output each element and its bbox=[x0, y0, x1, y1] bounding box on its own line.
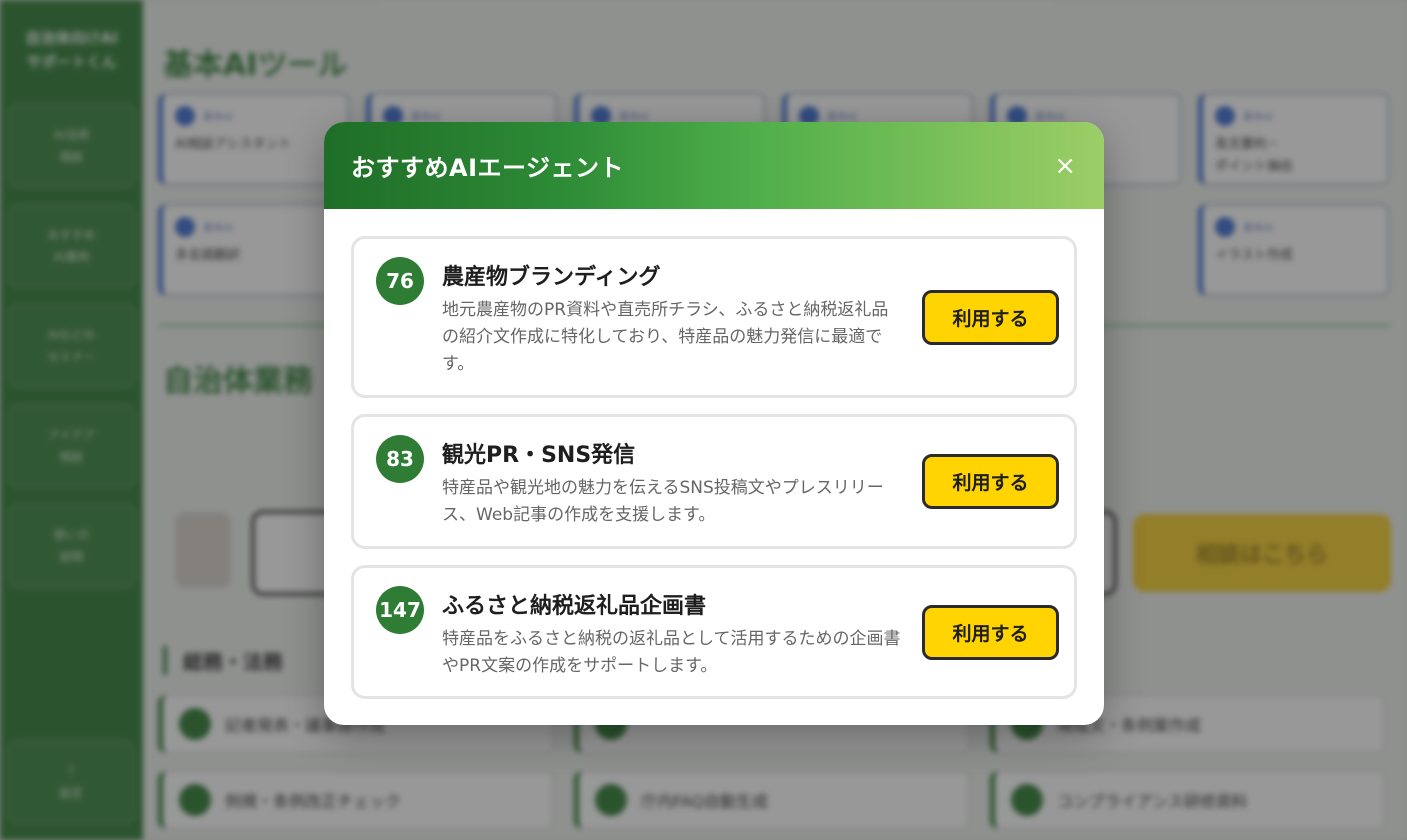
agent-number-badge: 147 bbox=[376, 586, 424, 634]
agent-item: 76 農産物ブランディング 地元農産物のPR資料や直売所チラシ、ふるさと納税返礼… bbox=[351, 236, 1077, 398]
close-icon[interactable]: × bbox=[1054, 153, 1076, 179]
modal-title: おすすめAIエージェント bbox=[351, 154, 625, 182]
use-button[interactable]: 利用する bbox=[922, 604, 1059, 660]
agent-description: 地元農産物のPR資料や直売所チラシ、ふるさと納税返礼品の紹介文作成に特化しており… bbox=[442, 300, 889, 374]
agent-description: 特産品をふるさと納税の返礼品として活用するための企画書やPR文案の作成をサポート… bbox=[442, 629, 901, 676]
agent-name: 農産物ブランディング bbox=[442, 265, 661, 290]
agent-info: ふるさと納税返礼品企画書 特産品をふるさと納税の返礼品として活用するための企画書… bbox=[442, 568, 902, 680]
agent-number-badge: 83 bbox=[376, 435, 424, 483]
use-button[interactable]: 利用する bbox=[922, 454, 1059, 509]
agent-name: ふるさと納税返礼品企画書 bbox=[442, 594, 707, 619]
agent-description: 特産品や観光地の魅力を伝えるSNS投稿文やプレスリリース、Web記事の作成を支援… bbox=[442, 478, 884, 525]
agent-item: 83 観光PR・SNS発信 特産品や観光地の魅力を伝えるSNS投稿文やプレスリリ… bbox=[351, 414, 1077, 549]
modal-header: おすすめAIエージェント × bbox=[324, 122, 1104, 209]
agent-info: 観光PR・SNS発信 特産品や観光地の魅力を伝えるSNS投稿文やプレスリリース、… bbox=[442, 417, 902, 529]
agent-info: 農産物ブランディング 地元農産物のPR資料や直売所チラシ、ふるさと納税返礼品の紹… bbox=[442, 239, 902, 378]
modal-body: 76 農産物ブランディング 地元農産物のPR資料や直売所チラシ、ふるさと納税返礼… bbox=[324, 209, 1104, 699]
agent-name: 観光PR・SNS発信 bbox=[442, 443, 636, 468]
recommended-agents-modal: おすすめAIエージェント × 76 農産物ブランディング 地元農産物のPR資料や… bbox=[324, 122, 1104, 725]
agent-number-badge: 76 bbox=[376, 257, 424, 305]
agent-item: 147 ふるさと納税返礼品企画書 特産品をふるさと納税の返礼品として活用するため… bbox=[351, 565, 1077, 699]
use-button[interactable]: 利用する bbox=[922, 289, 1059, 345]
